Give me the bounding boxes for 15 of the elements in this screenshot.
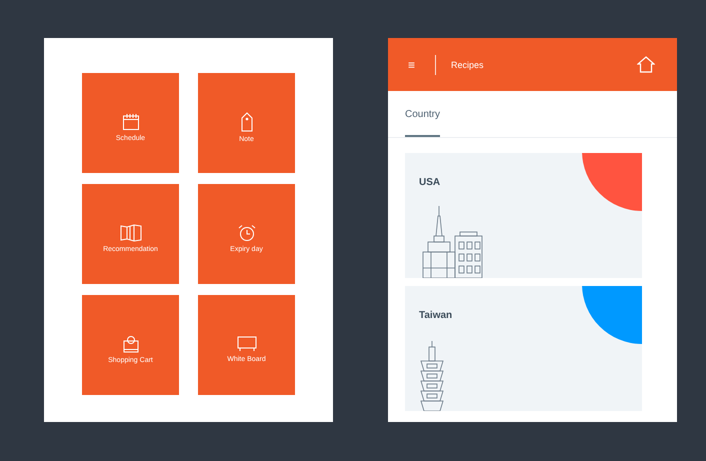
menu-button[interactable]: ≡ <box>408 58 416 72</box>
alarm-clock-icon <box>236 224 256 242</box>
tower-drawing <box>419 341 445 411</box>
country-name: Taiwan <box>419 310 452 321</box>
country-name: USA <box>419 177 440 188</box>
tab[interactable]: Country <box>405 91 440 137</box>
app-title: Recipes <box>451 60 484 70</box>
calendar-icon <box>122 112 140 130</box>
whiteboard-icon <box>236 336 256 352</box>
map-icon <box>120 224 142 242</box>
home-icon[interactable] <box>637 56 655 73</box>
bag-icon <box>122 334 138 352</box>
country-card[interactable]: USA <box>405 153 642 278</box>
tag-icon <box>240 112 252 132</box>
country-card[interactable]: Taiwan <box>405 286 642 411</box>
